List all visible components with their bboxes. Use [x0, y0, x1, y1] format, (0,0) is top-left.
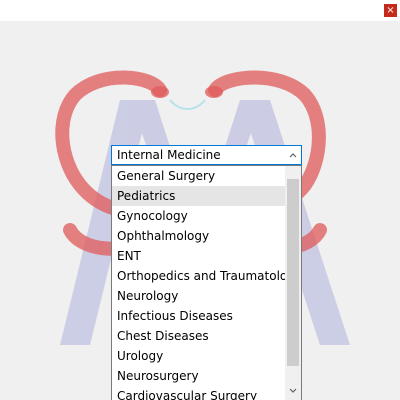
option-item[interactable]: Infectious Diseases [112, 306, 286, 326]
option-item[interactable]: Orthopedics and Traumatology [112, 266, 286, 286]
app-window: × Internal Medicine General Surgery Pedia… [0, 0, 400, 400]
specialty-combobox[interactable]: Internal Medicine [111, 145, 302, 165]
option-item[interactable]: Gynocology [112, 206, 286, 226]
option-item[interactable]: Neurosurgery [112, 366, 286, 386]
specialty-dropdown-list[interactable]: General Surgery Pediatrics Gynocology Ophth… [111, 165, 302, 400]
option-item[interactable]: Chest Diseases [112, 326, 286, 346]
option-item[interactable]: Ophthalmology [112, 226, 286, 246]
specialty-options: General Surgery Pediatrics Gynocology Ophth… [112, 166, 286, 400]
dropdown-scrollbar[interactable] [285, 166, 301, 400]
specialty-combobox-value: Internal Medicine [117, 148, 221, 162]
scrollbar-thumb[interactable] [287, 179, 299, 366]
option-item[interactable]: Neurology [112, 286, 286, 306]
chevron-down-icon[interactable] [285, 383, 301, 399]
option-item[interactable]: Cardiovascular Surgery [112, 386, 286, 400]
option-item[interactable]: Urology [112, 346, 286, 366]
option-item[interactable]: Pediatrics [112, 186, 286, 206]
chevron-up-icon[interactable] [285, 147, 301, 163]
option-item[interactable]: ENT [112, 246, 286, 266]
option-item[interactable]: General Surgery [112, 166, 286, 186]
